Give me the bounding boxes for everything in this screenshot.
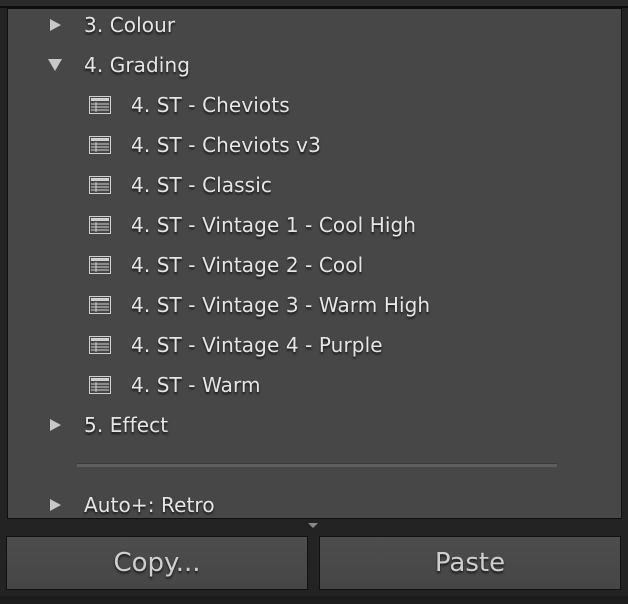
preset-item[interactable]: 4. ST - Vintage 1 - Cool High — [8, 205, 621, 245]
panel-bottom-edge — [0, 596, 628, 604]
preset-label: 4. ST - Vintage 1 - Cool High — [131, 213, 417, 237]
preset-label: 4. ST - Classic — [131, 173, 272, 197]
folder-effect[interactable]: 5. Effect — [8, 405, 621, 445]
preset-item[interactable]: 4. ST - Vintage 3 - Warm High — [8, 285, 621, 325]
preset-list-icon — [89, 216, 111, 234]
folder-label: Auto+: Retro — [84, 493, 215, 517]
panel-resize-grip-icon[interactable] — [308, 523, 318, 528]
preset-item[interactable]: 4. ST - Classic — [8, 165, 621, 205]
preset-list-icon — [89, 96, 111, 114]
preset-label: 4. ST - Vintage 4 - Purple — [131, 333, 383, 357]
folder-label: 4. Grading — [84, 53, 191, 77]
preset-item[interactable]: 4. ST - Cheviots — [8, 85, 621, 125]
develop-presets-window: 3. Colour 4. Grading 4. ST - Cheviots 4.… — [0, 0, 628, 604]
triangle-right-icon[interactable] — [46, 416, 64, 434]
triangle-right-icon[interactable] — [46, 16, 64, 34]
preset-list-icon — [89, 376, 111, 394]
preset-list-icon — [89, 336, 111, 354]
preset-label: 4. ST - Vintage 3 - Warm High — [131, 293, 431, 317]
folder-auto-retro[interactable]: Auto+: Retro — [8, 485, 621, 518]
presets-panel: 3. Colour 4. Grading 4. ST - Cheviots 4.… — [7, 8, 622, 519]
preset-list-icon — [89, 176, 111, 194]
copy-button[interactable]: Copy... — [6, 536, 308, 590]
preset-item[interactable]: 4. ST - Warm — [8, 365, 621, 405]
folder-label: 5. Effect — [84, 413, 169, 437]
folder-label: 3. Colour — [84, 13, 176, 37]
preset-item[interactable]: 4. ST - Vintage 4 - Purple — [8, 325, 621, 365]
preset-label: 4. ST - Warm — [131, 373, 261, 397]
preset-list-icon — [89, 256, 111, 274]
section-divider — [77, 463, 557, 467]
preset-item[interactable]: 4. ST - Vintage 2 - Cool — [8, 245, 621, 285]
triangle-down-icon[interactable] — [46, 56, 64, 74]
preset-item[interactable]: 4. ST - Cheviots v3 — [8, 125, 621, 165]
preset-list-icon — [89, 136, 111, 154]
folder-grading[interactable]: 4. Grading — [8, 45, 621, 85]
preset-label: 4. ST - Vintage 2 - Cool — [131, 253, 364, 277]
preset-list-icon — [89, 296, 111, 314]
preset-label: 4. ST - Cheviots v3 — [131, 133, 321, 157]
preset-label: 4. ST - Cheviots — [131, 93, 290, 117]
triangle-right-icon[interactable] — [46, 496, 64, 514]
folder-colour[interactable]: 3. Colour — [8, 9, 621, 45]
paste-button[interactable]: Paste — [319, 536, 621, 590]
